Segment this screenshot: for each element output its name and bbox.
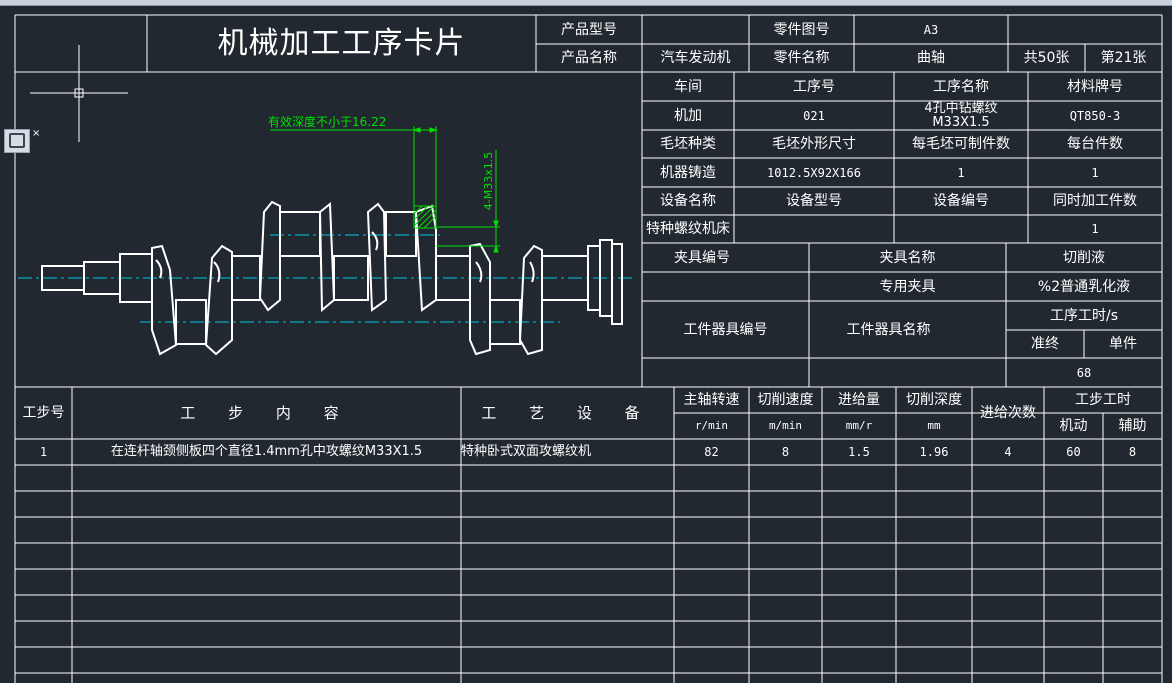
step-row-cutting-speed[interactable]: 8 (749, 439, 822, 465)
material-value[interactable]: QT850-3 (1028, 101, 1162, 130)
unit-spindle-speed: r/min (694, 419, 729, 432)
equip-name-label: 设备名称 (660, 193, 716, 209)
prep-end-label: 准终 (1031, 336, 1059, 352)
fixture-name-label: 夹具名称 (879, 249, 936, 266)
part-name-label: 零件名称 (773, 50, 830, 66)
step-row-feed[interactable]: 1.5 (822, 439, 896, 465)
blank-size-label: 毛坯外形尺寸 (772, 136, 856, 152)
equip-no-label: 设备编号 (933, 193, 989, 209)
parts-per-blank-value[interactable]: 1 (894, 158, 1028, 187)
col-header-content: 工 步 内 容 (180, 404, 353, 422)
workshop-value[interactable]: 机加 (642, 101, 734, 130)
coolant-value[interactable]: %2普通乳化液 (1006, 272, 1162, 301)
equip-no-value[interactable] (894, 215, 1028, 243)
fixture-no-label: 夹具编号 (674, 249, 730, 266)
cad-crosshair-cursor (30, 45, 128, 142)
op-no-label: 工序号 (793, 78, 835, 95)
col-header-step-time: 工步工时 (1075, 392, 1131, 408)
blank-size-value[interactable]: 1012.5X92X166 (734, 158, 894, 187)
total-sheets: 共50张 (1023, 50, 1070, 66)
equip-model-label: 设备型号 (786, 193, 842, 209)
unit-time-value[interactable]: 68 (1006, 358, 1162, 387)
part-drawing-no-label: 零件图号 (773, 21, 830, 38)
col-header-equipment: 工 艺 设 备 (481, 404, 654, 422)
properties-icon (9, 133, 25, 148)
unit-time-label: 单件 (1109, 336, 1137, 352)
parts-per-unit-label: 每台件数 (1067, 136, 1123, 152)
op-time-label: 工序工时/s (1049, 307, 1118, 324)
step-row-spindle-speed[interactable]: 82 (674, 439, 749, 465)
col-header-cutting-speed: 切削速度 (757, 392, 814, 408)
product-name-label: 产品名称 (561, 50, 617, 66)
simul-parts-value[interactable]: 1 (1028, 215, 1162, 243)
unit-cutting-speed: m/min (768, 419, 803, 432)
col-header-spindle-speed: 主轴转速 (683, 392, 740, 408)
sheet-number: 第21张 (1100, 50, 1147, 66)
depth-dimension-note: 有效深度不小于16.22 (268, 115, 387, 129)
product-name-value[interactable]: 汽车发动机 (642, 44, 749, 72)
equip-name-value[interactable]: 特种螺纹机床 (642, 215, 734, 243)
coolant-label: 切削液 (1063, 249, 1105, 266)
col-header-machine-time: 机动 (1059, 418, 1088, 434)
op-name-label: 工序名称 (933, 78, 989, 95)
step-row-content[interactable]: 在连杆轴颈侧板四个直径1.4mm孔中攻螺纹M33X1.5 (72, 439, 461, 465)
material-label: 材料牌号 (1067, 78, 1123, 95)
product-model-value[interactable] (642, 15, 749, 44)
blank-type-value[interactable]: 机器铸造 (642, 158, 734, 187)
unit-cut-depth: mm (927, 419, 941, 432)
col-header-feed-passes: 进给次数 (980, 405, 1036, 421)
thread-dimension-note: 4-M33x1.5 (482, 151, 495, 211)
col-header-cut-depth: 切削深度 (906, 392, 962, 408)
card-title: 机械加工工序卡片 (217, 25, 466, 61)
step-row-cut-depth[interactable]: 1.96 (896, 439, 972, 465)
part-drawing-no-value[interactable]: A3 (854, 15, 1008, 44)
step-row-aux-time[interactable]: 8 (1103, 439, 1162, 465)
floating-toolbar[interactable]: × (4, 128, 40, 153)
col-header-step-no: 工步号 (22, 405, 65, 421)
col-header-feed: 进给量 (838, 392, 880, 408)
op-no-value[interactable]: 021 (734, 101, 894, 130)
col-header-aux-time: 辅助 (1118, 418, 1147, 434)
crankshaft-drawing (18, 126, 634, 356)
step-row-machine-time[interactable]: 60 (1044, 439, 1103, 465)
fixture-no-value[interactable] (642, 272, 809, 301)
step-row-no[interactable]: 1 (15, 439, 72, 465)
close-icon[interactable]: × (32, 128, 40, 139)
product-model-label: 产品型号 (561, 21, 617, 38)
equip-model-value[interactable] (734, 215, 894, 243)
parts-per-unit-value[interactable]: 1 (1028, 158, 1162, 187)
blank-type-label: 毛坯种类 (660, 136, 716, 152)
workshop-label: 车间 (674, 78, 702, 95)
part-name-value[interactable]: 曲轴 (854, 44, 1008, 72)
station-tool-name-label: 工件器具名称 (846, 321, 931, 338)
simul-parts-label: 同时加工件数 (1053, 193, 1137, 209)
step-row-feed-passes[interactable]: 4 (972, 439, 1044, 465)
station-tool-no-label: 工件器具编号 (683, 321, 768, 338)
step-row-equipment[interactable]: 特种卧式双面攻螺纹机 (461, 439, 674, 465)
fixture-name-value[interactable]: 专用夹具 (809, 272, 1006, 301)
unit-feed: mm/r (845, 419, 873, 432)
parts-per-blank-label: 每毛坯可制件数 (912, 136, 1010, 152)
op-name-value[interactable]: 4孔中钻螺纹M33X1.5 (900, 101, 1022, 130)
